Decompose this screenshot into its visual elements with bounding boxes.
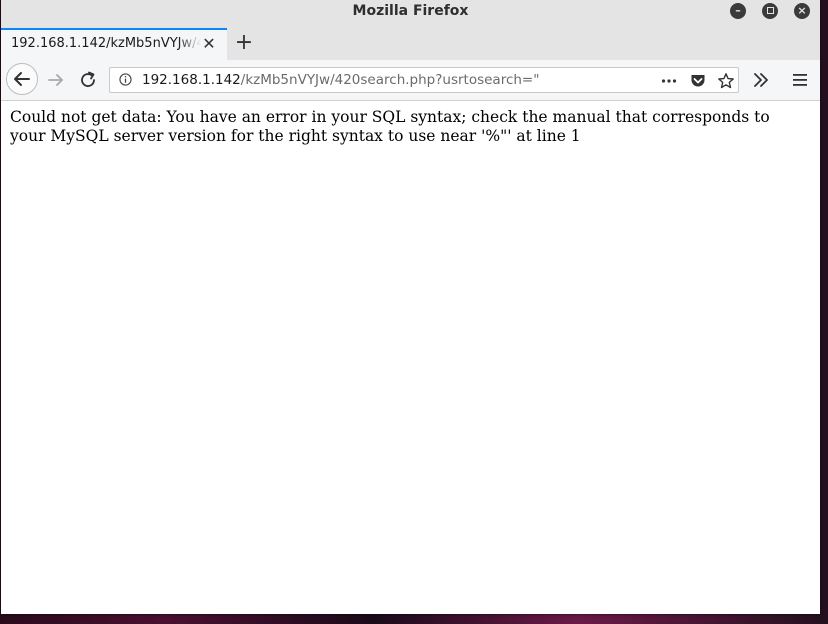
close-window-icon: ×	[797, 4, 807, 17]
hamburger-menu-icon[interactable]	[789, 69, 811, 91]
navigation-toolbar: 192.168.1.142/kzMb5nVYJw/420search.php?u…	[1, 60, 820, 101]
window-title: Mozilla Firefox	[352, 3, 469, 19]
page-content: Could not get data: You have an error in…	[10, 108, 810, 146]
star-icon[interactable]	[717, 72, 735, 90]
forward-arrow-icon[interactable]	[45, 69, 67, 91]
url-text[interactable]: 192.168.1.142/kzMb5nVYJw/420search.php?u…	[142, 72, 539, 88]
tab-strip: 192.168.1.142/kzMb5nVYJw/420search.php ✕…	[1, 28, 820, 60]
close-icon[interactable]: ✕	[201, 34, 217, 54]
reload-icon[interactable]	[77, 69, 99, 91]
new-tab-button[interactable]: +	[233, 31, 255, 55]
title-bar: Mozilla Firefox – ×	[1, 0, 820, 28]
browser-window: Mozilla Firefox – × 192.168.1.142/kzMb5n…	[1, 0, 820, 614]
maximize-icon	[766, 7, 774, 14]
tab-title: 192.168.1.142/kzMb5nVYJw/420search.php	[11, 36, 201, 51]
error-message: Could not get data: You have an error in…	[10, 108, 770, 145]
info-icon[interactable]	[119, 73, 132, 86]
close-window-button[interactable]: ×	[794, 3, 810, 19]
minimize-button[interactable]: –	[730, 3, 746, 19]
url-host: 192.168.1.142	[142, 72, 241, 88]
plus-icon: +	[234, 30, 254, 55]
back-arrow-icon	[14, 72, 30, 86]
minimize-icon: –	[735, 4, 741, 17]
pocket-icon[interactable]	[689, 72, 707, 90]
maximize-button[interactable]	[762, 3, 778, 19]
url-path: /kzMb5nVYJw/420search.php?usrtosearch="	[240, 72, 540, 88]
url-bar[interactable]: 192.168.1.142/kzMb5nVYJw/420search.php?u…	[109, 67, 739, 93]
more-dots-icon[interactable]	[660, 72, 678, 90]
tab-active[interactable]: 192.168.1.142/kzMb5nVYJw/420search.php ✕	[1, 28, 227, 60]
back-button[interactable]	[6, 63, 38, 95]
chevron-double-right-icon[interactable]	[750, 69, 772, 91]
